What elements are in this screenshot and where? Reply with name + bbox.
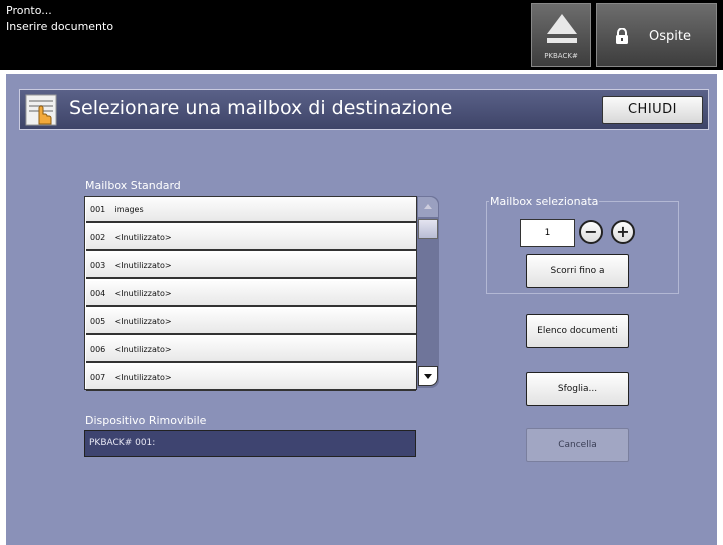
eject-label: PKBACK# (544, 52, 578, 60)
list-item-number: 005 (90, 317, 106, 326)
list-item-name: <Inutilizzato> (114, 289, 172, 298)
removable-device-label: Dispositivo Rimovibile (85, 414, 207, 427)
status-text: Pronto... Inserire documento (6, 3, 113, 35)
document-list-button[interactable]: Elenco documenti (526, 314, 629, 348)
eject-icon-bar (547, 38, 577, 43)
list-item-number: 001 (90, 205, 106, 214)
list-item[interactable]: 001 images (86, 197, 416, 223)
user-button[interactable]: Ospite (596, 3, 717, 67)
eject-icon (547, 14, 577, 34)
decrement-button[interactable]: − (579, 220, 603, 244)
list-item-number: 004 (90, 289, 106, 298)
mailbox-list-label: Mailbox Standard (85, 179, 181, 192)
list-item-name: <Inutilizzato> (114, 317, 172, 326)
list-scrollbar[interactable] (417, 196, 439, 388)
removable-device-field[interactable]: PKBACK# 001: (84, 430, 416, 457)
status-line-2: Inserire documento (6, 20, 114, 33)
list-item-number: 003 (90, 261, 106, 270)
scroll-down-icon[interactable] (418, 366, 438, 386)
list-item-name: <Inutilizzato> (114, 345, 172, 354)
list-item-number: 007 (90, 373, 106, 382)
close-button[interactable]: CHIUDI (602, 96, 703, 124)
list-item[interactable]: 005 <Inutilizzato> (86, 309, 416, 335)
browse-button[interactable]: Sfoglia... (526, 372, 629, 406)
list-item-number: 002 (90, 233, 106, 242)
list-item-name: images (114, 205, 144, 214)
selected-mailbox-input[interactable]: 1 (520, 219, 575, 247)
main-panel: Selezionare una mailbox di destinazione … (6, 74, 717, 545)
list-item[interactable]: 007 <Inutilizzato> (86, 365, 416, 391)
user-label: Ospite (649, 29, 691, 44)
status-bar: Pronto... Inserire documento PKBACK# Osp… (0, 0, 723, 70)
selected-mailbox-label: Mailbox selezionata (489, 195, 600, 208)
eject-button[interactable]: PKBACK# (531, 3, 591, 67)
lock-icon (616, 28, 628, 44)
list-item-name: <Inutilizzato> (114, 261, 172, 270)
increment-button[interactable]: + (611, 220, 635, 244)
list-item[interactable]: 004 <Inutilizzato> (86, 281, 416, 307)
mailbox-list: 001 images 002 <Inutilizzato> 003 <Inuti… (84, 196, 417, 391)
list-item-name: <Inutilizzato> (114, 373, 172, 382)
list-item-number: 006 (90, 345, 106, 354)
status-line-1: Pronto... (6, 4, 52, 17)
scroll-to-button[interactable]: Scorri fino a (526, 254, 629, 288)
list-item[interactable]: 003 <Inutilizzato> (86, 253, 416, 279)
scroll-up-icon[interactable] (418, 197, 438, 217)
hand-pointer-icon (25, 94, 57, 126)
page-title: Selezionare una mailbox di destinazione (69, 97, 453, 119)
scroll-thumb[interactable] (418, 219, 438, 239)
list-item[interactable]: 002 <Inutilizzato> (86, 225, 416, 251)
delete-button[interactable]: Cancella (526, 428, 629, 462)
list-item-name: <Inutilizzato> (114, 233, 172, 242)
list-item[interactable]: 006 <Inutilizzato> (86, 337, 416, 363)
title-bar: Selezionare una mailbox di destinazione … (19, 89, 709, 130)
